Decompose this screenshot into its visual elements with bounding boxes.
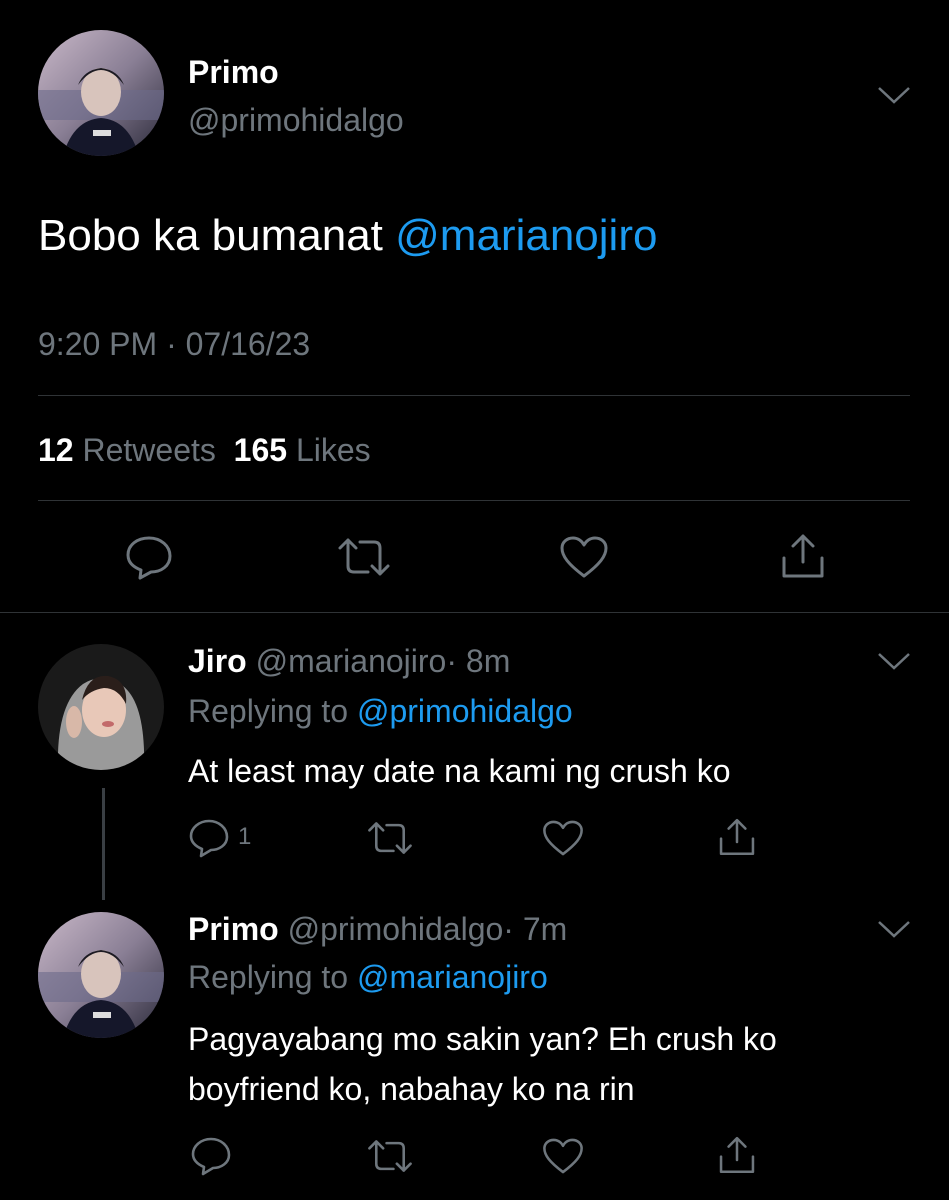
chevron-down-icon[interactable] [876,650,912,677]
reply-icon[interactable] [124,534,174,580]
reply-header: Primo @primohidalgo· 7m [188,908,567,950]
retweets-label[interactable]: Retweets [82,432,215,468]
reply-author-name[interactable]: Jiro [188,643,247,679]
like-icon[interactable] [541,818,585,858]
reply-time[interactable]: · 8m [446,643,510,679]
divider [0,612,949,613]
tweet-text: Bobo ka bumanat @marianojiro [38,208,657,264]
tweet-stats: 12 Retweets 165 Likes [38,428,371,472]
reply-author-handle[interactable]: @marianojiro [256,643,447,679]
retweet-icon[interactable] [336,536,392,578]
replying-to-link[interactable]: @marianojiro [357,959,548,995]
author-handle[interactable]: @primohidalgo [188,100,404,140]
thread-connector-line [102,788,105,900]
avatar-jiro[interactable] [38,644,164,770]
chevron-down-icon[interactable] [876,84,912,111]
divider [38,500,910,501]
replying-to: Replying to @primohidalgo [188,690,573,732]
replying-to-label: Replying to [188,959,357,995]
share-icon[interactable] [716,1134,758,1176]
retweet-icon[interactable] [366,1138,414,1174]
like-icon[interactable] [558,534,610,580]
like-icon[interactable] [541,1136,585,1176]
reply-time[interactable]: · 7m [503,911,567,947]
retweet-icon[interactable] [366,820,414,856]
share-icon[interactable] [778,532,828,580]
tweet-timestamp[interactable]: 9:20 PM · 07/16/23 [38,322,310,366]
retweets-count[interactable]: 12 [38,432,74,468]
mention-link[interactable]: @marianojiro [395,211,657,260]
share-icon[interactable] [716,816,758,858]
avatar-primo[interactable] [38,912,164,1038]
divider [38,395,910,396]
reply-icon[interactable] [188,818,230,858]
reply-count[interactable]: 1 [238,822,251,852]
reply-author-handle[interactable]: @primohidalgo [288,911,504,947]
replying-to: Replying to @marianojiro [188,956,548,998]
reply-author-name[interactable]: Primo [188,911,279,947]
chevron-down-icon[interactable] [876,918,912,945]
reply-icon[interactable] [190,1136,232,1176]
reply-header: Jiro @marianojiro· 8m [188,640,510,682]
reply-text: Pagyayabang mo sakin yan? Eh crush ko bo… [188,1021,777,1107]
avatar-primo[interactable] [38,30,164,156]
replying-to-label: Replying to [188,693,357,729]
tweet-text-body: Bobo ka bumanat [38,211,396,260]
author-name[interactable]: Primo [188,52,279,92]
likes-count[interactable]: 165 [234,432,287,468]
reply-text: At least may date na kami ng crush ko [188,753,731,789]
replying-to-link[interactable]: @primohidalgo [357,693,573,729]
likes-label[interactable]: Likes [296,432,371,468]
